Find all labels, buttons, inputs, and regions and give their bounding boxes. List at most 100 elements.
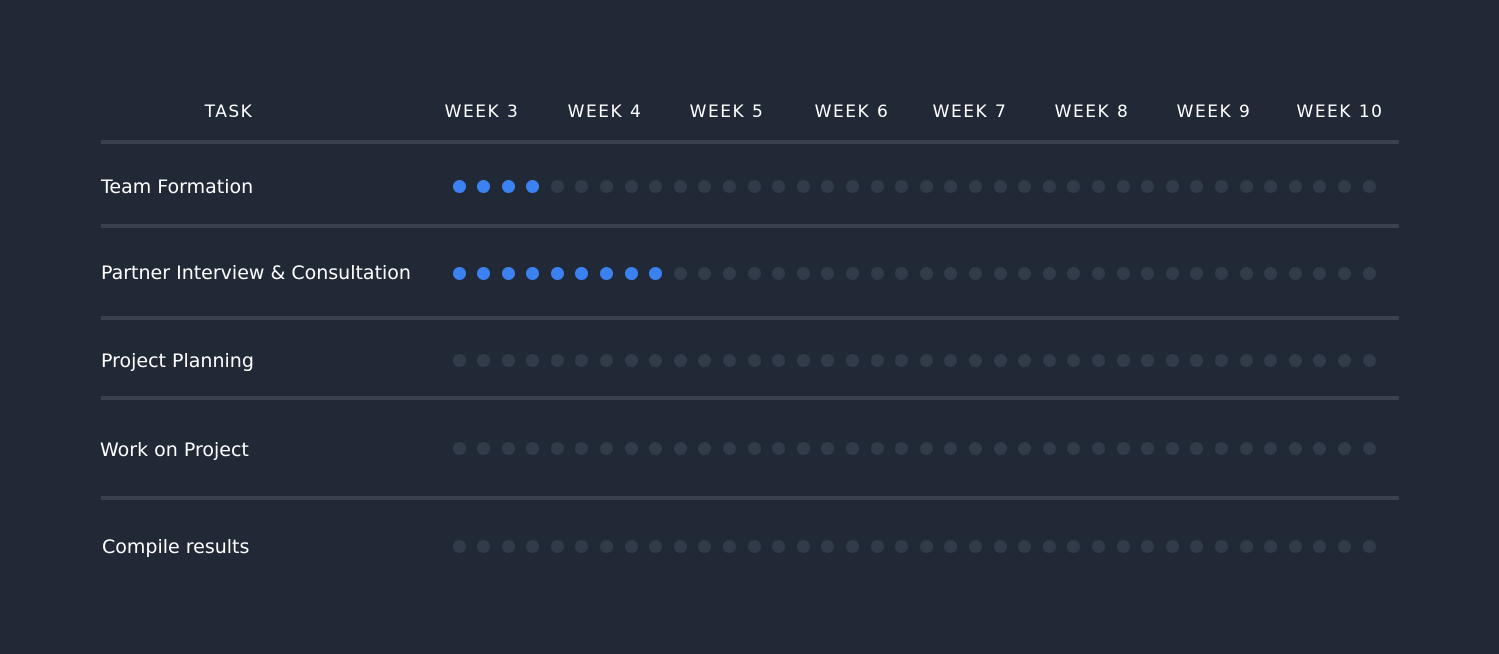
- progress-dot-empty: [1116, 266, 1130, 280]
- progress-dot-empty: [1264, 353, 1278, 367]
- progress-dot-empty: [993, 539, 1007, 553]
- progress-dot-filled: [624, 266, 638, 280]
- task-label-partner-interview: Partner Interview & Consultation: [101, 262, 411, 284]
- progress-dot-empty: [1116, 179, 1130, 193]
- progress-dot-empty: [1214, 441, 1228, 455]
- header-divider: [101, 140, 1399, 144]
- progress-dot-empty: [1337, 179, 1351, 193]
- progress-dot-empty: [895, 179, 909, 193]
- progress-dot-empty: [1214, 539, 1228, 553]
- progress-dot-empty: [993, 179, 1007, 193]
- progress-dot-empty: [944, 179, 958, 193]
- task-label-team-formation: Team Formation: [101, 176, 254, 198]
- progress-dot-empty: [919, 441, 933, 455]
- week-6-header: WEEK 6: [814, 102, 890, 122]
- progress-dot-empty: [624, 441, 638, 455]
- progress-dot-empty: [1337, 266, 1351, 280]
- progress-dot-filled: [477, 179, 491, 193]
- progress-dot-empty: [1313, 539, 1327, 553]
- progress-dot-empty: [1116, 441, 1130, 455]
- progress-dot-empty: [1337, 441, 1351, 455]
- progress-dot-empty: [796, 353, 810, 367]
- progress-dot-empty: [526, 539, 540, 553]
- progress-dot-empty: [550, 179, 564, 193]
- progress-dot-empty: [452, 353, 466, 367]
- progress-dot-empty: [772, 266, 786, 280]
- progress-dot-empty: [1067, 539, 1081, 553]
- progress-dot-empty: [895, 441, 909, 455]
- progress-dot-empty: [698, 266, 712, 280]
- progress-dot-empty: [1288, 353, 1302, 367]
- progress-dot-empty: [501, 539, 515, 553]
- progress-dot-empty: [796, 179, 810, 193]
- progress-dot-empty: [649, 353, 663, 367]
- progress-dot-empty: [821, 441, 835, 455]
- progress-dot-filled: [477, 266, 491, 280]
- progress-dot-empty: [1264, 179, 1278, 193]
- progress-dot-empty: [1091, 353, 1105, 367]
- progress-dot-empty: [526, 441, 540, 455]
- progress-dot-empty: [1264, 266, 1278, 280]
- progress-dot-empty: [1067, 441, 1081, 455]
- progress-dot-empty: [846, 353, 859, 367]
- progress-dot-empty: [1337, 539, 1351, 553]
- progress-dot-empty: [1116, 353, 1130, 367]
- row-divider: [101, 316, 1399, 320]
- progress-dot-empty: [1141, 353, 1155, 367]
- progress-dot-empty: [1239, 266, 1253, 280]
- progress-dot-empty: [968, 266, 982, 280]
- progress-dot-empty: [1288, 539, 1302, 553]
- progress-dot-empty: [1288, 266, 1302, 280]
- progress-dot-empty: [1165, 539, 1179, 553]
- progress-dot-empty: [944, 441, 958, 455]
- progress-dot-empty: [993, 353, 1007, 367]
- progress-dot-empty: [673, 539, 687, 553]
- progress-dot-empty: [575, 441, 589, 455]
- progress-dot-empty: [1067, 179, 1081, 193]
- progress-dot-empty: [723, 539, 737, 553]
- progress-dot-empty: [747, 266, 761, 280]
- progress-dot-empty: [772, 441, 786, 455]
- progress-dot-empty: [624, 179, 638, 193]
- progress-dot-empty: [600, 539, 614, 553]
- progress-dot-empty: [968, 353, 982, 367]
- progress-dot-empty: [968, 179, 982, 193]
- progress-dot-empty: [870, 441, 884, 455]
- progress-dot-empty: [1165, 179, 1179, 193]
- progress-dot-empty: [1313, 179, 1327, 193]
- progress-dot-empty: [895, 266, 909, 280]
- progress-dot-filled: [526, 266, 540, 280]
- progress-dot-empty: [550, 441, 564, 455]
- progress-dot-empty: [698, 539, 712, 553]
- progress-dot-empty: [723, 353, 737, 367]
- progress-dot-empty: [698, 179, 712, 193]
- progress-dot-empty: [846, 266, 859, 280]
- progress-dot-filled: [600, 266, 614, 280]
- progress-dot-empty: [846, 539, 859, 553]
- progress-dot-filled: [649, 266, 663, 280]
- progress-dot-empty: [1239, 179, 1253, 193]
- week-10-header: WEEK 10: [1296, 102, 1384, 122]
- progress-dot-empty: [1091, 266, 1105, 280]
- week-4-header: WEEK 4: [567, 102, 643, 122]
- progress-dot-empty: [723, 179, 737, 193]
- progress-dot-empty: [919, 539, 933, 553]
- progress-dot-empty: [1362, 353, 1376, 367]
- progress-dot-empty: [1362, 266, 1376, 280]
- week-7-header: WEEK 7: [932, 102, 1008, 122]
- progress-dot-empty: [846, 441, 859, 455]
- progress-dot-empty: [944, 353, 958, 367]
- progress-dot-empty: [1214, 179, 1228, 193]
- progress-dot-empty: [1141, 179, 1155, 193]
- progress-dot-empty: [1165, 353, 1179, 367]
- progress-dot-empty: [846, 179, 859, 193]
- progress-dot-empty: [870, 353, 884, 367]
- progress-dot-empty: [698, 353, 712, 367]
- progress-dot-empty: [624, 539, 638, 553]
- progress-dot-empty: [821, 539, 835, 553]
- progress-dot-empty: [673, 441, 687, 455]
- progress-dot-empty: [600, 179, 614, 193]
- progress-dot-empty: [1214, 353, 1228, 367]
- progress-dot-empty: [1018, 353, 1032, 367]
- progress-dot-empty: [550, 539, 564, 553]
